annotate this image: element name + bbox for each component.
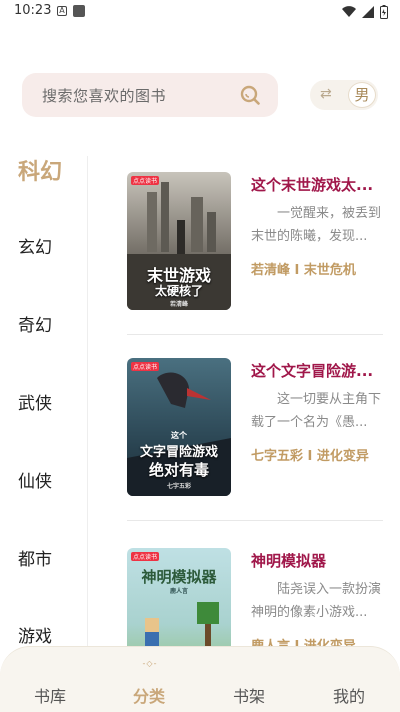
search-icon[interactable] (240, 85, 260, 105)
book-cover[interactable]: 点点读书 这个 文字冒险游戏 绝对有毒 七字五彩 (127, 358, 231, 496)
cover-title: 文字冒险游戏 (139, 445, 218, 460)
cover-author: 七字五彩 (166, 483, 191, 490)
cover-publisher-tag: 点点读书 (131, 176, 160, 185)
category-item-scifi[interactable]: 科幻 (18, 154, 62, 186)
book-title[interactable]: 这个文字冒险游... (251, 360, 381, 381)
category-item-wuxia[interactable]: 武侠 (18, 389, 52, 414)
gender-toggle[interactable]: ⇄ 男 (310, 80, 378, 110)
book-title[interactable]: 神明模拟器 (251, 550, 381, 571)
cover-subtitle: 太硬核了 (154, 284, 203, 298)
cover-publisher-tag: 点点读书 (131, 362, 160, 371)
category-item-fantasy[interactable]: 奇幻 (18, 311, 52, 336)
book-meta: 七字五彩 I 进化变异 (251, 449, 369, 464)
category-item-xuanhuan[interactable]: 玄幻 (18, 233, 52, 258)
notification-square-icon (73, 5, 85, 17)
nav-tab-bookshelf[interactable]: 书架 (233, 683, 265, 707)
status-icons (342, 5, 388, 19)
notification-a-icon: A (57, 6, 67, 16)
book-item[interactable]: 点点读书 这个 文字冒险游戏 绝对有毒 七字五彩 这个文字冒险游... 这一切要… (127, 358, 387, 498)
book-description: 陆尧误入一款扮演神明的像素小游戏... (251, 582, 381, 620)
category-item-urban[interactable]: 都市 (18, 545, 52, 570)
nav-tab-library[interactable]: 书库 (34, 683, 66, 707)
cover-author: 若清峰 (169, 301, 188, 308)
app-screen: 10:23 A 搜索您喜欢的图书 ⇄ 男 科幻 玄幻 奇幻 武侠 仙侠 都市 游… (0, 0, 400, 712)
sidebar-divider (87, 156, 88, 656)
battery-icon (380, 5, 388, 19)
gender-male-label: 男 (348, 82, 376, 108)
search-bar[interactable]: 搜索您喜欢的图书 (22, 73, 278, 117)
cover-title: 神明模拟器 (141, 568, 217, 586)
status-time: 10:23 (14, 3, 52, 18)
book-title[interactable]: 这个末世游戏太... (251, 174, 381, 195)
book-cover[interactable]: 点点读书 末世游戏 太硬核了 若清峰 (127, 172, 231, 310)
category-sidebar: 科幻 玄幻 奇幻 武侠 仙侠 都市 游戏 (0, 140, 88, 660)
bottom-nav: -◇- 书库 分类 书架 我的 (0, 646, 400, 712)
list-divider (127, 520, 383, 521)
search-placeholder: 搜索您喜欢的图书 (42, 87, 167, 105)
nav-tab-profile[interactable]: 我的 (333, 683, 365, 707)
swap-icon: ⇄ (320, 86, 332, 102)
wifi-icon (342, 6, 356, 18)
cover-publisher-tag: 点点读书 (131, 552, 160, 561)
book-description: 一觉醒来，被丢到末世的陈曦，发现... (251, 206, 381, 244)
book-item[interactable]: 点点读书 末世游戏 太硬核了 若清峰 这个末世游戏太... 一觉醒来，被丢到末世… (127, 172, 387, 312)
book-description: 这一切要从主角下载了一个名为《愚... (251, 392, 381, 430)
status-bar: 10:23 A (0, 0, 400, 24)
signal-icon (362, 6, 374, 18)
cover-subtitle: 绝对有毒 (148, 461, 209, 479)
book-meta: 若清峰 I 末世危机 (251, 263, 356, 278)
cover-title-prefix: 这个 (171, 431, 187, 440)
category-item-xianxia[interactable]: 仙侠 (18, 467, 52, 492)
cover-author: 鹿人言 (169, 588, 188, 595)
category-item-game[interactable]: 游戏 (18, 622, 52, 647)
nav-active-indicator: -◇- (142, 659, 158, 668)
nav-tab-category[interactable]: 分类 (133, 683, 165, 707)
list-divider (127, 334, 383, 335)
